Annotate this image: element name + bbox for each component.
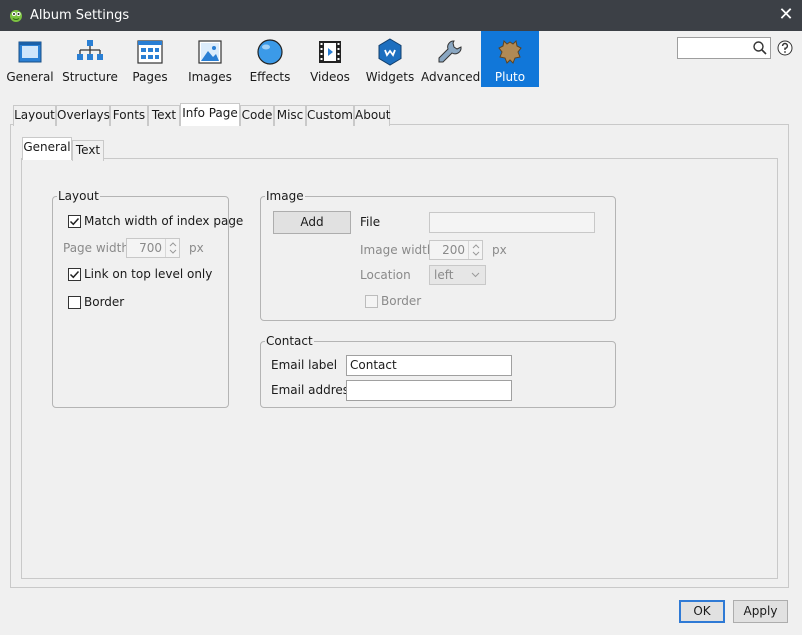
file-field[interactable] bbox=[429, 212, 595, 233]
link-top-level-label: Link on top level only bbox=[84, 267, 213, 281]
page-width-unit: px bbox=[189, 241, 204, 255]
tab-info-page[interactable]: Info Page bbox=[180, 103, 240, 126]
toolbar-effects-button[interactable]: Effects bbox=[241, 31, 299, 87]
wrench-icon bbox=[438, 40, 462, 63]
tab-layout[interactable]: Layout bbox=[13, 105, 56, 126]
email-address-label: Email address bbox=[271, 383, 356, 397]
apply-button[interactable]: Apply bbox=[733, 600, 788, 623]
search-icon[interactable] bbox=[752, 40, 768, 56]
toolbar-effects-label: Effects bbox=[249, 70, 291, 84]
checkmark-icon bbox=[69, 217, 80, 226]
image-border-checkbox[interactable] bbox=[365, 295, 378, 308]
chevron-down-icon bbox=[471, 272, 480, 278]
toolbar-videos-label: Videos bbox=[310, 70, 350, 84]
toolbar-structure-label: Structure bbox=[62, 70, 118, 84]
email-address-field[interactable] bbox=[346, 380, 512, 401]
link-top-level-checkbox[interactable] bbox=[68, 268, 81, 281]
tab-misc[interactable]: Misc bbox=[274, 105, 306, 126]
sphere-icon bbox=[257, 39, 283, 65]
toolbar-general-label: General bbox=[6, 70, 54, 84]
tab-about[interactable]: About bbox=[354, 105, 390, 126]
app-logo-icon bbox=[10, 10, 22, 22]
image-width-unit: px bbox=[492, 243, 507, 257]
match-width-checkbox[interactable] bbox=[68, 215, 81, 228]
grid-page-icon bbox=[137, 40, 163, 64]
toolbar-pages-button[interactable]: Pages bbox=[121, 31, 179, 87]
file-label: File bbox=[360, 215, 381, 229]
film-icon bbox=[319, 41, 341, 63]
layout-border-checkbox[interactable] bbox=[68, 296, 81, 309]
tab-fonts[interactable]: Fonts bbox=[110, 105, 148, 126]
hide-skin-icon bbox=[498, 39, 522, 64]
spinner-arrows-icon[interactable] bbox=[468, 241, 482, 259]
ok-button[interactable]: OK bbox=[679, 600, 725, 623]
subtab-general[interactable]: General bbox=[22, 137, 72, 160]
toolbar-structure-button[interactable]: Structure bbox=[61, 31, 119, 87]
window-icon bbox=[18, 41, 42, 63]
image-width-value: 200 bbox=[442, 243, 465, 257]
image-group-title: Image bbox=[265, 189, 305, 203]
tab-text[interactable]: Text bbox=[148, 105, 180, 126]
layout-border-label: Border bbox=[84, 295, 125, 309]
page-width-spinner[interactable]: 700 bbox=[126, 238, 180, 258]
image-width-label: Image width bbox=[360, 243, 435, 257]
toolbar-images-label: Images bbox=[188, 70, 232, 84]
layout-group-title: Layout bbox=[57, 189, 100, 203]
email-label-label: Email label bbox=[271, 358, 338, 372]
hierarchy-icon bbox=[77, 40, 103, 60]
checkmark-icon bbox=[69, 270, 80, 279]
subtab-text[interactable]: Text bbox=[72, 140, 104, 161]
picture-icon bbox=[198, 40, 222, 64]
window-title: Album Settings bbox=[30, 8, 130, 23]
match-width-label: Match width of index page bbox=[84, 214, 244, 228]
location-value: left bbox=[434, 268, 454, 282]
help-icon[interactable] bbox=[777, 40, 793, 56]
toolbar-pages-label: Pages bbox=[132, 70, 168, 84]
location-label: Location bbox=[360, 268, 411, 282]
add-image-button[interactable]: Add bbox=[273, 211, 351, 234]
image-width-spinner[interactable]: 200 bbox=[429, 240, 483, 260]
toolbar-images-button[interactable]: Images bbox=[181, 31, 239, 87]
toolbar-widgets-button[interactable]: Widgets bbox=[361, 31, 419, 87]
toolbar-advanced-label: Advanced bbox=[421, 70, 481, 84]
toolbar-advanced-button[interactable]: Advanced bbox=[421, 31, 481, 87]
toolbar-pluto-label: Pluto bbox=[494, 70, 526, 84]
widget-hexagon-icon bbox=[378, 38, 402, 66]
toolbar-pluto-button[interactable]: Pluto bbox=[481, 31, 539, 87]
toolbar-general-button[interactable]: General bbox=[1, 31, 59, 87]
toolbar-videos-button[interactable]: Videos bbox=[301, 31, 359, 87]
page-width-value: 700 bbox=[139, 241, 162, 255]
image-border-label: Border bbox=[381, 294, 422, 308]
tab-custom[interactable]: Custom bbox=[306, 105, 354, 126]
location-select[interactable]: left bbox=[429, 265, 486, 285]
spinner-arrows-icon[interactable] bbox=[165, 239, 179, 257]
close-button[interactable]: ✕ bbox=[770, 0, 802, 31]
toolbar-widgets-label: Widgets bbox=[365, 70, 415, 84]
page-width-label: Page width bbox=[63, 241, 129, 255]
tab-overlays[interactable]: Overlays bbox=[56, 105, 110, 126]
email-label-field[interactable]: Contact bbox=[346, 355, 512, 376]
contact-group-title: Contact bbox=[265, 334, 314, 348]
tab-code[interactable]: Code bbox=[240, 105, 274, 126]
